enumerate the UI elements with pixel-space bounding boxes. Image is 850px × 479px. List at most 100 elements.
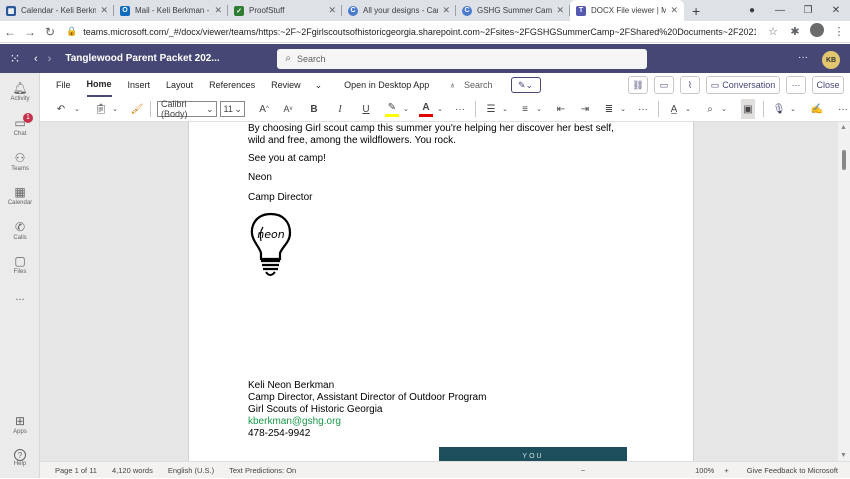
- conversation-button[interactable]: ▭ Conversation: [706, 76, 780, 94]
- dictate-icon[interactable]: 🎙︎: [772, 99, 786, 119]
- document-page[interactable]: By choosing Girl scout camp this summer …: [188, 122, 694, 461]
- feedback-link[interactable]: Give Feedback to Microsoft: [747, 466, 838, 475]
- browser-tab[interactable]: ✓ ProofStuff ✕: [228, 0, 342, 21]
- browser-tab[interactable]: C All your designs - Canv ✕: [342, 0, 456, 21]
- tab-file[interactable]: File: [56, 73, 71, 97]
- forward-arrow-icon[interactable]: ›: [48, 53, 52, 65]
- highlight-dropdown-icon[interactable]: ⌄: [399, 99, 413, 119]
- rail-item-calendar[interactable]: ▦ Calendar: [0, 185, 40, 206]
- profile-avatar[interactable]: [806, 23, 828, 40]
- italic-icon[interactable]: I: [333, 99, 347, 119]
- more-button[interactable]: ···: [786, 76, 806, 94]
- lock-icon[interactable]: 🔒: [66, 26, 77, 37]
- editing-mode-button[interactable]: ✎ ⌄: [510, 77, 541, 93]
- browser-tab[interactable]: O Mail - Keli Berkman - C ✕: [114, 0, 228, 21]
- tab-review[interactable]: Review: [271, 73, 301, 97]
- undo-icon[interactable]: ↶: [54, 99, 68, 119]
- tab-home[interactable]: Home: [86, 73, 112, 97]
- close-icon[interactable]: ✕: [100, 5, 108, 16]
- forward-icon[interactable]: →: [20, 25, 40, 39]
- tab-references[interactable]: References: [209, 73, 255, 97]
- star-icon[interactable]: ☆: [762, 25, 784, 38]
- search-input[interactable]: ⌕ Search: [277, 48, 648, 69]
- app-launcher-icon[interactable]: ⁙: [0, 51, 30, 67]
- comments-button[interactable]: ▭: [654, 76, 674, 94]
- styles-icon[interactable]: A̲: [667, 99, 681, 119]
- rail-item-files[interactable]: ▢ Files: [0, 254, 40, 275]
- rail-item-teams[interactable]: ⚇ Teams: [0, 151, 40, 172]
- zoom-out-button[interactable]: −: [581, 466, 585, 475]
- close-window-icon[interactable]: ✕: [822, 5, 850, 16]
- reload-icon[interactable]: ↻: [40, 25, 60, 39]
- tell-me-search[interactable]: Search: [464, 80, 493, 90]
- more-paragraph-options-icon[interactable]: ···: [636, 99, 650, 119]
- numbering-dropdown-icon[interactable]: ⌄: [532, 99, 546, 119]
- close-icon[interactable]: ✕: [442, 5, 450, 16]
- email-link[interactable]: kberkman@gshg.org: [248, 416, 341, 428]
- rail-item-chat[interactable]: ▭ 1 Chat: [0, 113, 40, 137]
- tab-insert[interactable]: Insert: [128, 73, 151, 97]
- rail-item-help[interactable]: ? Help: [0, 449, 40, 467]
- align-dropdown-icon[interactable]: ⌄: [616, 99, 630, 119]
- bold-icon[interactable]: B: [307, 99, 321, 119]
- scroll-up-icon[interactable]: ▲: [840, 124, 847, 131]
- editor-icon[interactable]: ✍: [810, 99, 824, 119]
- browser-tab[interactable]: C GSHG Summer Camp ✕: [456, 0, 570, 21]
- scroll-thumb[interactable]: [842, 150, 846, 170]
- find-dropdown-icon[interactable]: ⌄: [717, 99, 731, 119]
- tab-layout[interactable]: Layout: [166, 73, 193, 97]
- format-painter-icon[interactable]: 🖌︎: [130, 99, 144, 119]
- immersive-reader-icon[interactable]: ▣: [741, 99, 755, 119]
- shrink-font-icon[interactable]: Av: [281, 99, 295, 119]
- share-link-button[interactable]: ⛓: [628, 76, 648, 94]
- record-icon[interactable]: ●: [738, 5, 766, 16]
- new-tab-button[interactable]: +: [684, 0, 708, 21]
- zoom-in-button[interactable]: +: [724, 466, 728, 475]
- open-desktop-button[interactable]: Open in Desktop App: [344, 80, 429, 90]
- rail-item-activity[interactable]: 🔔︎ Activity: [0, 81, 40, 102]
- url-field[interactable]: 🔒 teams.microsoft.com/_#/docx/viewer/tea…: [66, 23, 756, 41]
- font-color-dropdown-icon[interactable]: ⌄: [433, 99, 447, 119]
- close-icon[interactable]: ✕: [214, 5, 222, 16]
- more-toolbar-icon[interactable]: ···: [836, 99, 850, 119]
- extension-icon[interactable]: ✱: [784, 25, 806, 38]
- more-tabs-chevron-icon[interactable]: ⌄: [315, 80, 323, 91]
- word-count[interactable]: 4,120 words: [112, 466, 153, 475]
- rail-item-calls[interactable]: ✆ Calls: [0, 220, 40, 241]
- font-size-select[interactable]: 11 ⌄: [219, 101, 245, 117]
- scroll-down-icon[interactable]: ▼: [840, 452, 847, 459]
- kebab-menu-icon[interactable]: ⋮: [828, 25, 850, 38]
- vertical-scrollbar[interactable]: ▲ ▼: [838, 122, 850, 461]
- close-icon[interactable]: ✕: [556, 5, 564, 16]
- browser-tab[interactable]: ▦ Calendar - Keli Berkman ✕: [0, 0, 114, 21]
- lightbulb-icon[interactable]: ♁: [449, 80, 456, 90]
- underline-icon[interactable]: U: [359, 99, 373, 119]
- activity-button[interactable]: ⌇: [680, 76, 700, 94]
- bullets-icon[interactable]: ☰: [484, 99, 498, 119]
- clipboard-dropdown-icon[interactable]: ⌄: [108, 99, 122, 119]
- font-color-icon[interactable]: A: [419, 101, 433, 117]
- decrease-indent-icon[interactable]: ⇤: [554, 99, 568, 119]
- rail-item-more[interactable]: ...: [0, 291, 40, 303]
- align-icon[interactable]: ≣: [602, 99, 616, 119]
- grow-font-icon[interactable]: A ^: [257, 99, 271, 119]
- numbering-icon[interactable]: ≡: [518, 99, 532, 119]
- more-options-icon[interactable]: ···: [798, 52, 808, 63]
- restore-icon[interactable]: ❐: [794, 5, 822, 16]
- styles-dropdown-icon[interactable]: ⌄: [681, 99, 695, 119]
- close-icon[interactable]: ✕: [670, 5, 678, 16]
- browser-tab-active[interactable]: T DOCX File viewer | Mic ✕: [570, 0, 684, 21]
- zoom-level[interactable]: 100%: [695, 466, 714, 475]
- dictate-dropdown-icon[interactable]: ⌄: [786, 99, 800, 119]
- user-avatar[interactable]: KB: [822, 51, 840, 69]
- minimize-icon[interactable]: —: [766, 5, 794, 16]
- clipboard-icon[interactable]: 📋︎: [94, 99, 108, 119]
- back-arrow-icon[interactable]: ‹: [34, 53, 38, 65]
- rail-item-apps[interactable]: ⊞ Apps: [0, 414, 40, 435]
- text-predictions[interactable]: Text Predictions: On: [229, 466, 296, 475]
- highlight-icon[interactable]: ✎: [385, 101, 399, 117]
- font-name-select[interactable]: Calibri (Body) ⌄: [157, 99, 217, 119]
- find-icon[interactable]: ⌕: [703, 99, 717, 119]
- close-icon[interactable]: ✕: [328, 5, 336, 16]
- language[interactable]: English (U.S.): [168, 466, 214, 475]
